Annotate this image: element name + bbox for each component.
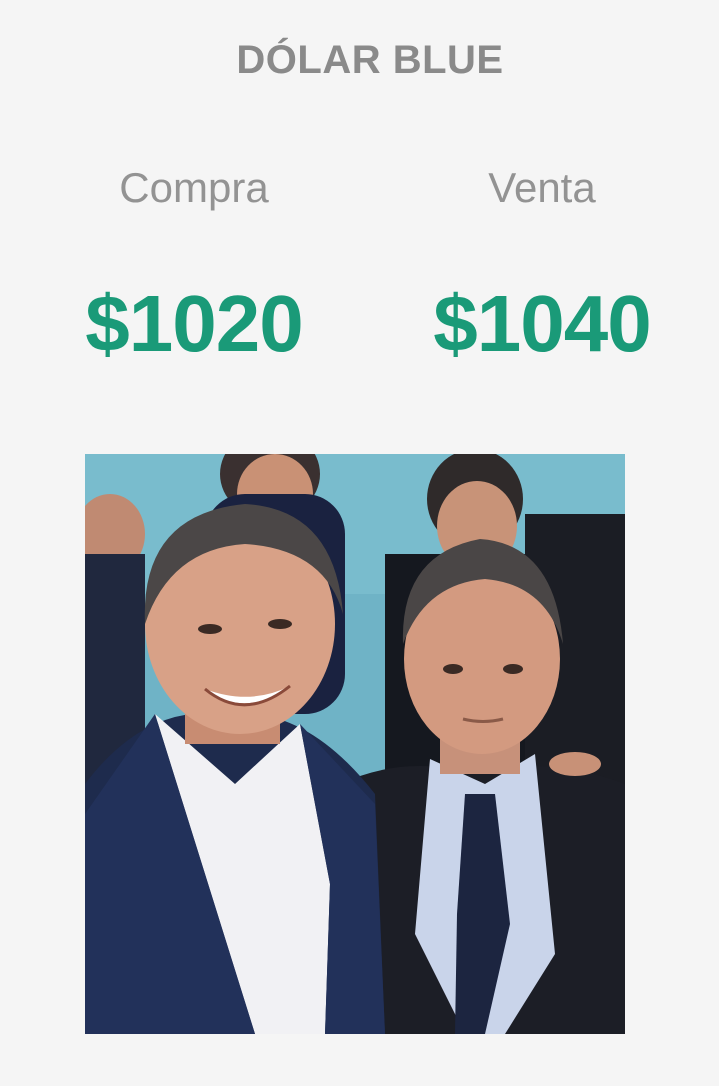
buy-value: $1020 (85, 279, 303, 368)
buy-rate: Compra $1020 (64, 160, 324, 370)
sell-label: Venta (488, 164, 596, 211)
sell-rate: Venta $1040 (412, 160, 672, 370)
photo-two-men-icon (85, 454, 625, 1034)
page-title: DÓLAR BLUE (236, 38, 504, 82)
screen: DÓLAR BLUE Compra $1020 Venta $1040 (0, 0, 719, 1086)
sell-value: $1040 (433, 279, 651, 368)
news-photo (85, 454, 625, 1034)
buy-label: Compra (119, 164, 269, 211)
